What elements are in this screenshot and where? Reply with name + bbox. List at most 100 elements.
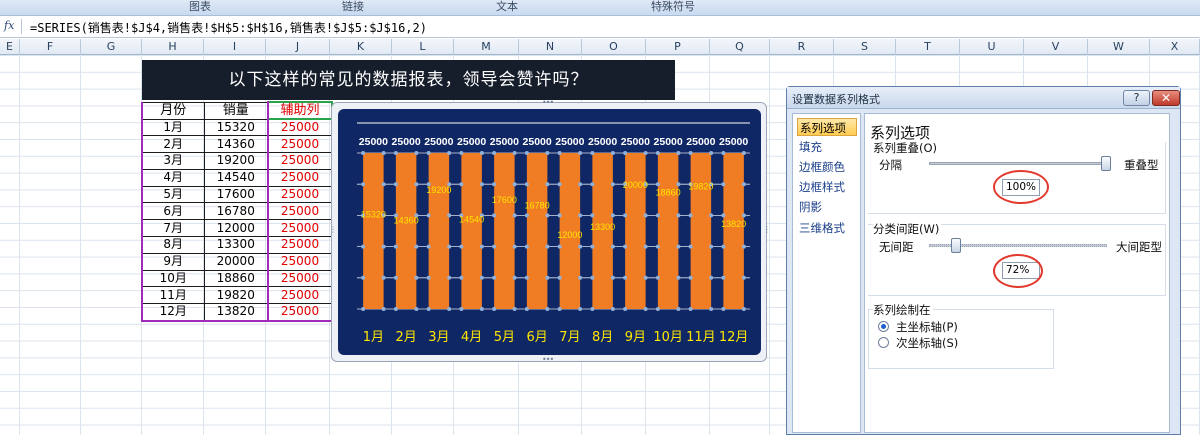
formula-input[interactable]: =SERIES(销售表!$J$4,销售表!$H$5:$H$16,销售表!$J$5… bbox=[30, 19, 427, 36]
column-header-q[interactable]: Q bbox=[710, 39, 770, 55]
ribbon-group-symbol[interactable]: 特殊符号 bbox=[630, 0, 716, 15]
ribbon-group-chart[interactable]: 图表 bbox=[80, 0, 320, 15]
column-header-o[interactable]: O bbox=[582, 39, 646, 55]
cell-month[interactable]: 7月 bbox=[141, 219, 205, 238]
column-header-k[interactable]: K bbox=[330, 39, 392, 55]
overlap-slider-track[interactable] bbox=[929, 162, 1107, 165]
column-header-g[interactable]: G bbox=[81, 39, 142, 55]
column-header-h[interactable]: H bbox=[142, 39, 204, 55]
column-header-j[interactable]: J bbox=[266, 39, 330, 55]
column-header-v[interactable]: V bbox=[1024, 39, 1088, 55]
help-button[interactable]: ? bbox=[1123, 90, 1150, 106]
close-button[interactable]: ✕ bbox=[1152, 90, 1180, 106]
cell-helper[interactable]: 25000 bbox=[267, 286, 333, 305]
cell-sales[interactable]: 12000 bbox=[203, 219, 269, 238]
cell-month[interactable]: 6月 bbox=[141, 202, 205, 221]
header-month[interactable]: 月份 bbox=[141, 101, 205, 120]
resize-handle-right[interactable]: ⋮ bbox=[763, 225, 771, 234]
sales-table[interactable]: 月份 销量 辅助列 1月 15320 25000 2月 14360 25000 3月 1920… bbox=[141, 101, 333, 322]
cell-month[interactable]: 9月 bbox=[141, 252, 205, 271]
column-header-x[interactable]: X bbox=[1150, 39, 1200, 55]
cell-month[interactable]: 8月 bbox=[141, 236, 205, 254]
cell-month[interactable]: 11月 bbox=[141, 286, 205, 305]
column-header-i[interactable]: I bbox=[204, 39, 266, 55]
column-header-f[interactable]: F bbox=[20, 39, 81, 55]
header-helper[interactable]: 辅助列 bbox=[267, 101, 333, 120]
chart-marker bbox=[676, 244, 681, 249]
column-header-u[interactable]: U bbox=[960, 39, 1024, 55]
cell-helper[interactable]: 25000 bbox=[267, 185, 333, 204]
cell-sales[interactable]: 14360 bbox=[203, 135, 269, 154]
cell-sales[interactable]: 18860 bbox=[203, 269, 269, 288]
chart-plot-area[interactable]: 25000 15320 1月 25000 14360 2月 25000 19200 3月 2500… bbox=[338, 109, 761, 355]
cell-sales[interactable]: 16780 bbox=[203, 202, 269, 221]
cell-helper[interactable]: 25000 bbox=[267, 168, 333, 187]
cell-helper[interactable]: 25000 bbox=[267, 118, 333, 137]
resize-handle-bottom[interactable]: ••• bbox=[542, 355, 554, 364]
dialog-titlebar[interactable]: 设置数据系列格式 ? ✕ bbox=[787, 87, 1180, 109]
cell-month[interactable]: 12月 bbox=[141, 303, 205, 322]
cell-helper[interactable]: 25000 bbox=[267, 219, 333, 238]
nav-border-style[interactable]: 边框样式 bbox=[797, 178, 857, 196]
cell-sales[interactable]: 13300 bbox=[203, 236, 269, 254]
cell-sales[interactable]: 17600 bbox=[203, 185, 269, 204]
cell-sales[interactable]: 14540 bbox=[203, 168, 269, 187]
chart-marker bbox=[447, 275, 452, 280]
ribbon-group-link[interactable]: 链接 bbox=[322, 0, 384, 15]
category-label: 8月 bbox=[592, 330, 613, 345]
table-row: 9月 20000 25000 bbox=[141, 252, 333, 271]
column-header-s[interactable]: S bbox=[834, 39, 896, 55]
column-header-m[interactable]: M bbox=[454, 39, 519, 55]
cell-month[interactable]: 3月 bbox=[141, 152, 205, 170]
nav-shadow[interactable]: 阴影 bbox=[797, 198, 857, 216]
cell-sales[interactable]: 15320 bbox=[203, 118, 269, 137]
column-header-t[interactable]: T bbox=[896, 39, 960, 55]
chart-marker bbox=[578, 244, 583, 249]
chart-marker bbox=[545, 275, 550, 280]
column-header-l[interactable]: L bbox=[392, 39, 454, 55]
column-header-p[interactable]: P bbox=[646, 39, 710, 55]
cell-helper[interactable]: 25000 bbox=[267, 269, 333, 288]
cell-helper[interactable]: 25000 bbox=[267, 202, 333, 221]
cell-sales[interactable]: 20000 bbox=[203, 252, 269, 271]
chart-marker bbox=[426, 151, 431, 155]
primary-axis-radio[interactable] bbox=[878, 321, 889, 332]
column-header-e[interactable]: E bbox=[0, 39, 20, 55]
overlap-slider-thumb[interactable] bbox=[1101, 156, 1111, 171]
nav-fill[interactable]: 填充 bbox=[797, 138, 857, 156]
ribbon-group-text[interactable]: 文本 bbox=[386, 0, 628, 15]
fx-button[interactable]: fx bbox=[4, 19, 22, 34]
cell-helper[interactable]: 25000 bbox=[267, 252, 333, 271]
resize-handle-left[interactable]: ⋮ bbox=[329, 225, 337, 234]
cell-sales[interactable]: 19820 bbox=[203, 286, 269, 305]
chart-object[interactable]: 25000 15320 1月 25000 14360 2月 25000 19200 3月 2500… bbox=[329, 98, 771, 364]
cell-helper[interactable]: 25000 bbox=[267, 236, 333, 254]
header-sales[interactable]: 销量 bbox=[203, 101, 269, 120]
cell-month[interactable]: 4月 bbox=[141, 168, 205, 187]
secondary-axis-radio[interactable] bbox=[878, 337, 889, 348]
column-header-w[interactable]: W bbox=[1088, 39, 1150, 55]
cell-sales[interactable]: 19200 bbox=[203, 152, 269, 170]
cell-sales[interactable]: 13820 bbox=[203, 303, 269, 322]
nav-3d-format[interactable]: 三维格式 bbox=[797, 219, 857, 237]
chart-marker bbox=[381, 151, 386, 155]
column-header-n[interactable]: N bbox=[519, 39, 582, 55]
cell-month[interactable]: 1月 bbox=[141, 118, 205, 137]
primary-axis-label[interactable]: 主坐标轴(P) bbox=[896, 319, 958, 335]
cell-month[interactable]: 5月 bbox=[141, 185, 205, 204]
gap-highlight-circle bbox=[993, 254, 1043, 288]
cell-month[interactable]: 10月 bbox=[141, 269, 205, 288]
cell-helper[interactable]: 25000 bbox=[267, 152, 333, 170]
nav-border-color[interactable]: 边框颜色 bbox=[797, 158, 857, 176]
cell-helper[interactable]: 25000 bbox=[267, 303, 333, 322]
category-label: 2月 bbox=[395, 330, 416, 345]
column-header-r[interactable]: R bbox=[770, 39, 834, 55]
secondary-axis-label[interactable]: 次坐标轴(S) bbox=[896, 335, 958, 351]
cell-helper[interactable]: 25000 bbox=[267, 135, 333, 154]
resize-handle-top[interactable]: ••• bbox=[542, 98, 554, 107]
cell-month[interactable]: 2月 bbox=[141, 135, 205, 154]
helper-data-label: 25000 bbox=[719, 136, 748, 148]
nav-series-options[interactable]: 系列选项 bbox=[797, 118, 857, 136]
gap-slider-thumb[interactable] bbox=[951, 238, 961, 253]
chart-marker bbox=[524, 213, 529, 218]
